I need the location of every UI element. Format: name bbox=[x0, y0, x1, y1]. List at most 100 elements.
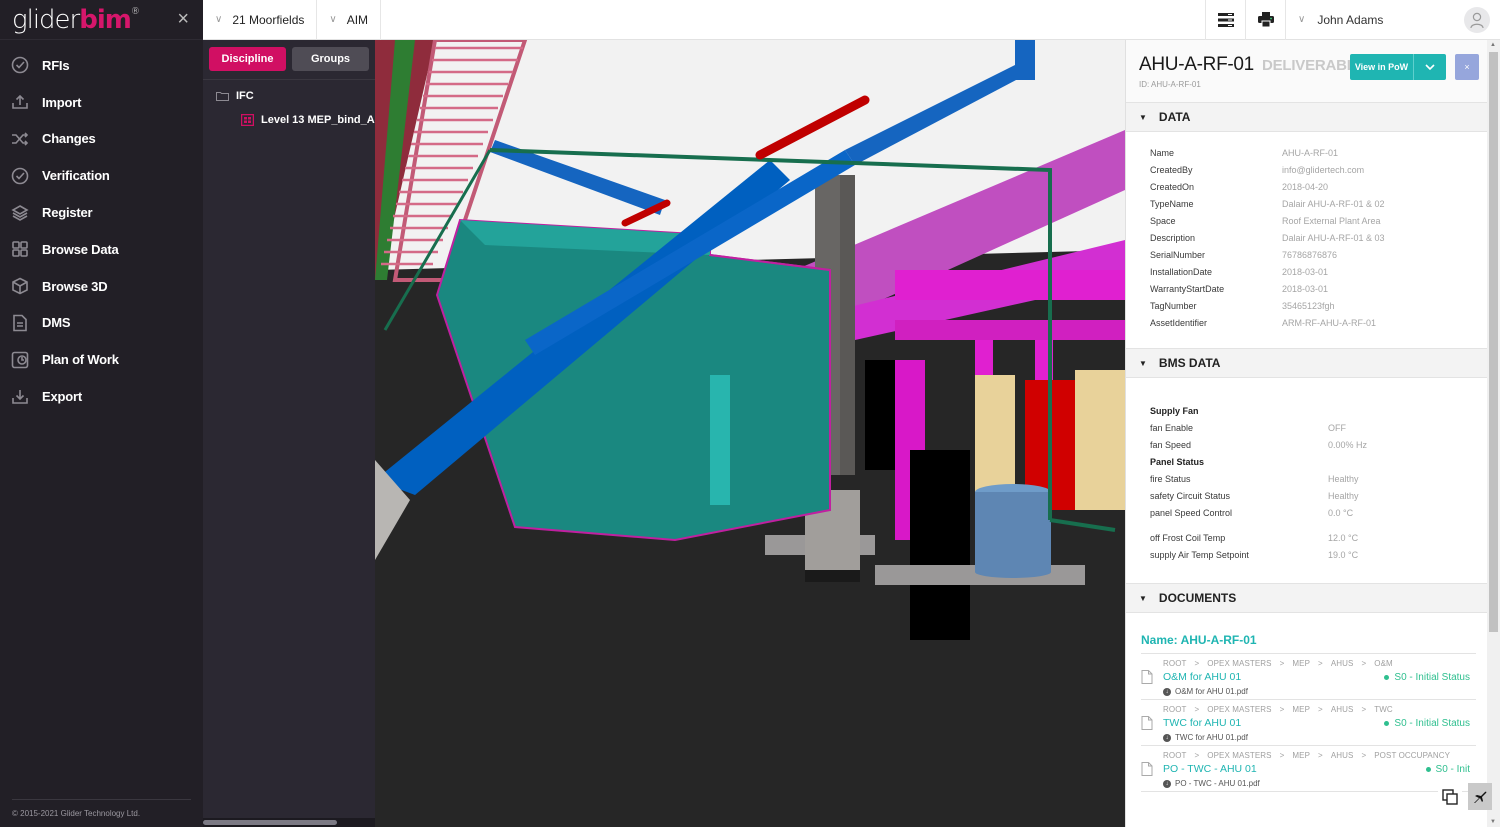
sidebar-item-register[interactable]: Register bbox=[0, 194, 203, 231]
print-button[interactable] bbox=[1245, 0, 1285, 40]
vertical-scrollbar[interactable]: ▲ ▼ bbox=[1487, 40, 1500, 827]
breadcrumb-segment[interactable]: AHUS bbox=[1331, 751, 1354, 760]
tab-discipline[interactable]: Discipline bbox=[209, 47, 286, 71]
scrollbar-thumb[interactable] bbox=[1489, 52, 1498, 632]
breadcrumb-segment[interactable]: ROOT bbox=[1163, 705, 1187, 714]
file-icon bbox=[1141, 762, 1163, 776]
bms-key: supply Air Temp Setpoint bbox=[1150, 549, 1249, 560]
document-path: ROOT > OPEX MASTERS > MEP > AHUS > POST OCCUPANC… bbox=[1141, 751, 1476, 760]
document-title-link[interactable]: O&M for AHU 01 bbox=[1163, 671, 1384, 683]
documents-name-heading: Name: AHU-A-RF-01 bbox=[1141, 633, 1476, 654]
breadcrumb-segment[interactable]: OPEX MASTERS bbox=[1207, 659, 1271, 668]
scroll-down-arrow[interactable]: ▼ bbox=[1490, 819, 1496, 825]
bms-key: fan Speed bbox=[1150, 439, 1192, 450]
data-value: Dalair AHU-A-RF-01 & 02 bbox=[1282, 198, 1385, 209]
sidebar-item-browse-data[interactable]: Browse Data bbox=[0, 231, 203, 268]
project-selector[interactable]: ∨ 21 Moorfields bbox=[203, 0, 318, 40]
breadcrumb-segment[interactable]: POST OCCUPANCY bbox=[1374, 751, 1450, 760]
data-value: 2018-04-20 bbox=[1282, 181, 1329, 192]
data-key: Space bbox=[1150, 215, 1176, 226]
scroll-up-arrow[interactable]: ▲ bbox=[1490, 42, 1496, 48]
data-value: AHU-A-RF-01 bbox=[1282, 147, 1339, 158]
breadcrumb-segment[interactable]: ROOT bbox=[1163, 751, 1187, 760]
breadcrumb-segment[interactable]: AHUS bbox=[1331, 705, 1354, 714]
tree-tabs: Discipline Groups bbox=[203, 40, 375, 71]
bms-value: OFF bbox=[1328, 422, 1346, 433]
scrollbar-thumb[interactable] bbox=[203, 820, 337, 825]
documents-section-body: Name: AHU-A-RF-01 ROOT > OPEX MASTERS > MEP >… bbox=[1126, 613, 1488, 792]
chevron-down-icon: ∨ bbox=[1298, 14, 1306, 25]
document-file-link[interactable]: ↓ PO - TWC - AHU 01.pdf bbox=[1141, 779, 1476, 788]
fly-mode-button[interactable] bbox=[1468, 783, 1492, 810]
bms-key: safety Circuit Status bbox=[1150, 490, 1231, 501]
breadcrumb-segment[interactable]: O&M bbox=[1374, 659, 1393, 668]
breadcrumb-segment[interactable]: MEP bbox=[1292, 751, 1310, 760]
user-menu[interactable]: ∨ John Adams bbox=[1285, 0, 1500, 40]
model-selector[interactable]: ∨ AIM bbox=[317, 0, 382, 40]
breadcrumb-segment[interactable]: MEP bbox=[1292, 659, 1310, 668]
tree-node-ifc[interactable]: IFC bbox=[203, 85, 375, 107]
pow-dropdown-button[interactable] bbox=[1414, 54, 1446, 80]
breadcrumb-segment[interactable]: AHUS bbox=[1331, 659, 1354, 668]
document-item: ROOT > OPEX MASTERS > MEP > AHUS > TWC TWC for AH… bbox=[1141, 700, 1476, 746]
data-key: CreatedBy bbox=[1150, 164, 1193, 175]
chevron-down-icon: ∨ bbox=[215, 14, 223, 25]
sidebar-item-label: Plan of Work bbox=[42, 352, 119, 368]
breadcrumb-segment[interactable]: MEP bbox=[1292, 705, 1310, 714]
tree-node-model[interactable]: Level 13 MEP_bind_Arch_lo bbox=[203, 109, 375, 131]
floating-tools bbox=[1438, 783, 1492, 810]
3d-viewport[interactable] bbox=[375, 40, 1125, 827]
data-value: info@glidertech.com bbox=[1282, 164, 1365, 175]
close-details-button[interactable]: × bbox=[1455, 54, 1479, 80]
data-key: AssetIdentifier bbox=[1150, 317, 1208, 328]
bms-row: supply Air Temp Setpoint 19.0 °C bbox=[1126, 546, 1488, 563]
documents-section-header[interactable]: ▼ DOCUMENTS bbox=[1126, 583, 1488, 613]
section-title: DOCUMENTS bbox=[1158, 591, 1237, 605]
sidebar-item-plan-of-work[interactable]: Plan of Work bbox=[0, 341, 203, 378]
document-title-link[interactable]: PO - TWC - AHU 01 bbox=[1163, 763, 1426, 775]
data-section-header[interactable]: ▼ DATA bbox=[1126, 102, 1488, 132]
document-title-link[interactable]: TWC for AHU 01 bbox=[1163, 717, 1384, 729]
view-in-pow-button[interactable]: View in PoW bbox=[1350, 54, 1414, 80]
user-name: John Adams bbox=[1317, 12, 1384, 27]
document-file-link[interactable]: ↓ O&M for AHU 01.pdf bbox=[1141, 687, 1476, 696]
sidebar-item-dms[interactable]: DMS bbox=[0, 305, 203, 342]
sidebar-item-label: Import bbox=[42, 94, 82, 110]
tab-groups[interactable]: Groups bbox=[292, 47, 369, 71]
layout-toggle-button[interactable] bbox=[1205, 0, 1245, 40]
sidebar-item-label: Verification bbox=[42, 168, 110, 184]
bms-row: panel Speed Control 0.0 °C bbox=[1126, 504, 1488, 521]
logo-mark: ® bbox=[130, 6, 140, 17]
data-value: Dalair AHU-A-RF-01 & 03 bbox=[1282, 232, 1385, 243]
breadcrumb-segment[interactable]: ROOT bbox=[1163, 659, 1187, 668]
sidebar-item-label: DMS bbox=[42, 315, 71, 331]
sidebar-item-browse-3d[interactable]: Browse 3D bbox=[0, 268, 203, 305]
sidebar-item-verification[interactable]: Verification bbox=[0, 157, 203, 194]
data-row: SerialNumber 76786876876 bbox=[1126, 246, 1488, 263]
sidebar-item-export[interactable]: Export bbox=[0, 378, 203, 415]
document-file-link[interactable]: ↓ TWC for AHU 01.pdf bbox=[1141, 733, 1476, 742]
3d-scene[interactable] bbox=[375, 40, 1125, 827]
sidebar-item-rfis[interactable]: RFIs bbox=[0, 47, 203, 84]
breadcrumb-separator: > bbox=[1361, 705, 1367, 714]
avatar[interactable] bbox=[1464, 6, 1490, 33]
layers-icon bbox=[11, 204, 29, 222]
sidebar-item-changes[interactable]: Changes bbox=[0, 121, 203, 158]
element-id: ID: AHU-A-RF-01 bbox=[1139, 80, 1201, 89]
user-icon bbox=[1470, 12, 1484, 28]
breadcrumb-segment[interactable]: OPEX MASTERS bbox=[1207, 705, 1271, 714]
sidebar-item-import[interactable]: Import bbox=[0, 84, 203, 121]
data-row: WarrantyStartDate 2018-03-01 bbox=[1126, 280, 1488, 297]
copy-button[interactable] bbox=[1438, 783, 1462, 810]
documents-list: ROOT > OPEX MASTERS > MEP > AHUS > O&M O&M for AH… bbox=[1141, 654, 1476, 792]
data-key: InstallationDate bbox=[1150, 266, 1213, 277]
bms-section-header[interactable]: ▼ BMS DATA bbox=[1126, 348, 1488, 378]
data-row: CreatedBy info@glidertech.com bbox=[1126, 161, 1488, 178]
data-row: TypeName Dalair AHU-A-RF-01 & 02 bbox=[1126, 195, 1488, 212]
close-sidebar-button[interactable]: × bbox=[177, 8, 189, 31]
status-dot-icon bbox=[1384, 674, 1390, 680]
bms-value: 0.00% Hz bbox=[1328, 439, 1368, 450]
breadcrumb-segment[interactable]: OPEX MASTERS bbox=[1207, 751, 1271, 760]
gliderbim-logo[interactable]: gliderbim® bbox=[12, 5, 140, 35]
breadcrumb-segment[interactable]: TWC bbox=[1374, 705, 1393, 714]
